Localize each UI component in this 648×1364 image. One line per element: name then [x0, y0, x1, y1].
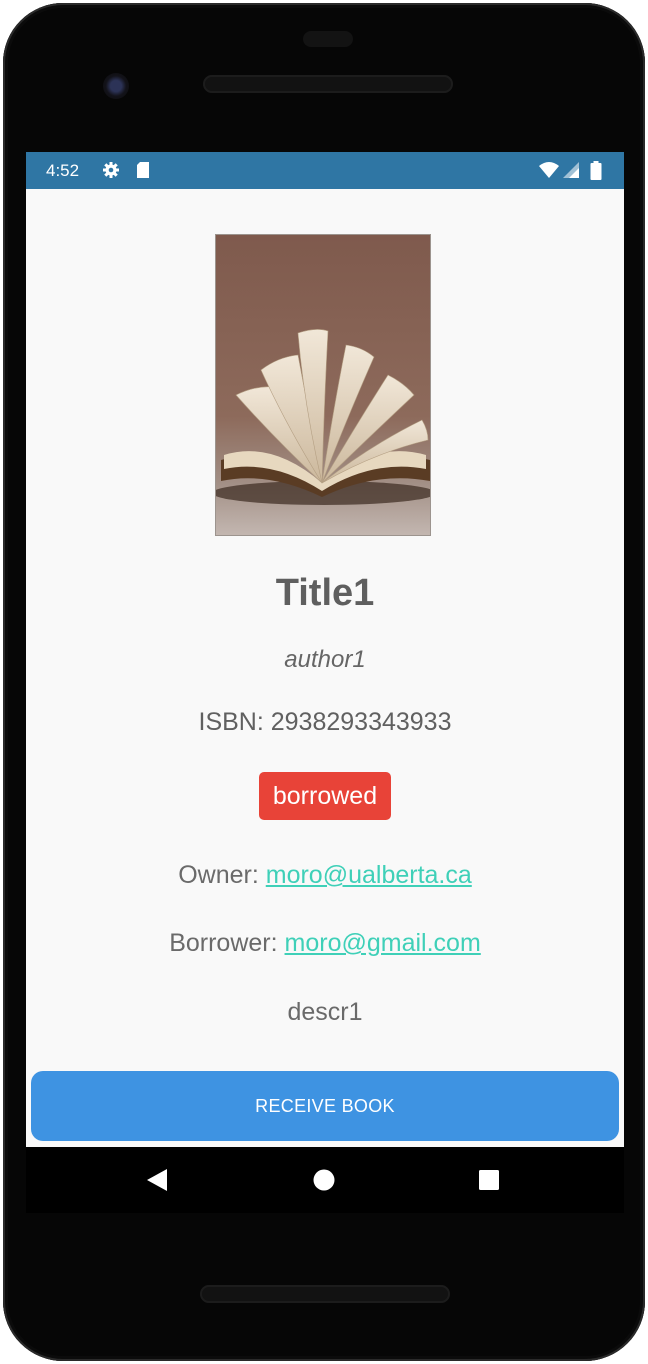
book-description: descr1 [287, 998, 363, 1026]
status-bar: 4:52 [26, 152, 624, 189]
home-icon[interactable] [313, 1168, 335, 1197]
signal-icon [562, 161, 580, 184]
owner-row: Owner: moro@ualberta.ca [26, 861, 624, 890]
battery-icon [590, 161, 602, 185]
owner-email-link[interactable]: moro@ualberta.ca [266, 861, 472, 889]
back-icon[interactable] [146, 1168, 168, 1197]
app-screen: 4:52 Title1 author1 ISBN: 2938293343933 … [26, 152, 624, 1147]
earpiece-speaker [203, 75, 453, 93]
status-badge: borrowed [258, 772, 392, 820]
receive-book-button[interactable]: RECEIVE BOOK [31, 1071, 619, 1141]
recents-icon[interactable] [478, 1168, 500, 1197]
book-isbn: ISBN: 2938293343933 [198, 708, 452, 736]
gear-icon [102, 161, 120, 184]
sd-card-icon [136, 161, 150, 184]
front-camera [103, 73, 129, 99]
book-title: Title1 [275, 572, 375, 614]
status-time: 4:52 [46, 161, 80, 180]
owner-label: Owner: [178, 861, 259, 889]
proximity-sensor [303, 31, 353, 47]
wifi-icon [538, 161, 560, 184]
borrower-row: Borrower: moro@gmail.com [26, 929, 624, 958]
navigation-bar [26, 1147, 624, 1213]
borrower-label: Borrower: [169, 929, 278, 957]
book-author: author1 [284, 646, 366, 673]
borrower-email-link[interactable]: moro@gmail.com [285, 929, 481, 957]
bottom-speaker [200, 1285, 450, 1303]
book-cover-image [215, 234, 431, 536]
